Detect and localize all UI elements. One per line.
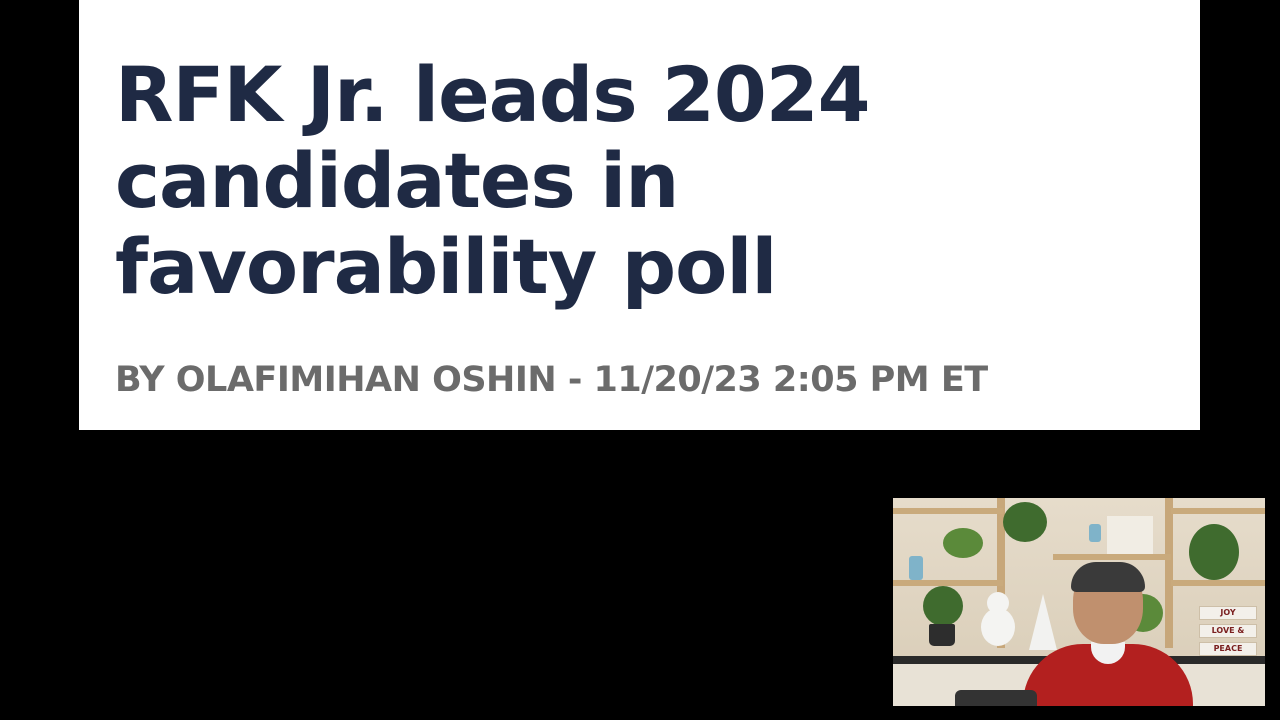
sign-love: LOVE &: [1199, 624, 1257, 638]
books: [1107, 516, 1153, 554]
shelf-board: [1053, 554, 1171, 560]
presenter-hair: [1071, 562, 1145, 592]
plant: [1189, 524, 1239, 580]
holiday-signs: JOY LOVE & PEACE: [1199, 606, 1257, 660]
sign-peace: PEACE: [1199, 642, 1257, 656]
plant: [923, 586, 963, 626]
jar: [1089, 524, 1101, 542]
jar: [909, 556, 923, 580]
plant-pot: [929, 624, 955, 646]
presenter: [1023, 562, 1193, 706]
article-byline: BY OLAFIMIHAN OSHIN - 11/20/23 2:05 PM E…: [115, 360, 988, 400]
webcam-overlay: JOY LOVE & PEACE: [893, 498, 1265, 706]
microphone: [955, 690, 1037, 706]
article-card: RFK Jr. leads 2024 candidates in favorab…: [79, 0, 1200, 430]
shelf-board: [893, 508, 1003, 514]
plant: [943, 528, 983, 558]
snowman-figure: [987, 592, 1009, 614]
plant: [1003, 502, 1047, 542]
shelf-board: [893, 580, 1003, 586]
sign-joy: JOY: [1199, 606, 1257, 620]
shelf-board: [1171, 508, 1265, 514]
article-headline: RFK Jr. leads 2024 candidates in favorab…: [115, 50, 871, 311]
